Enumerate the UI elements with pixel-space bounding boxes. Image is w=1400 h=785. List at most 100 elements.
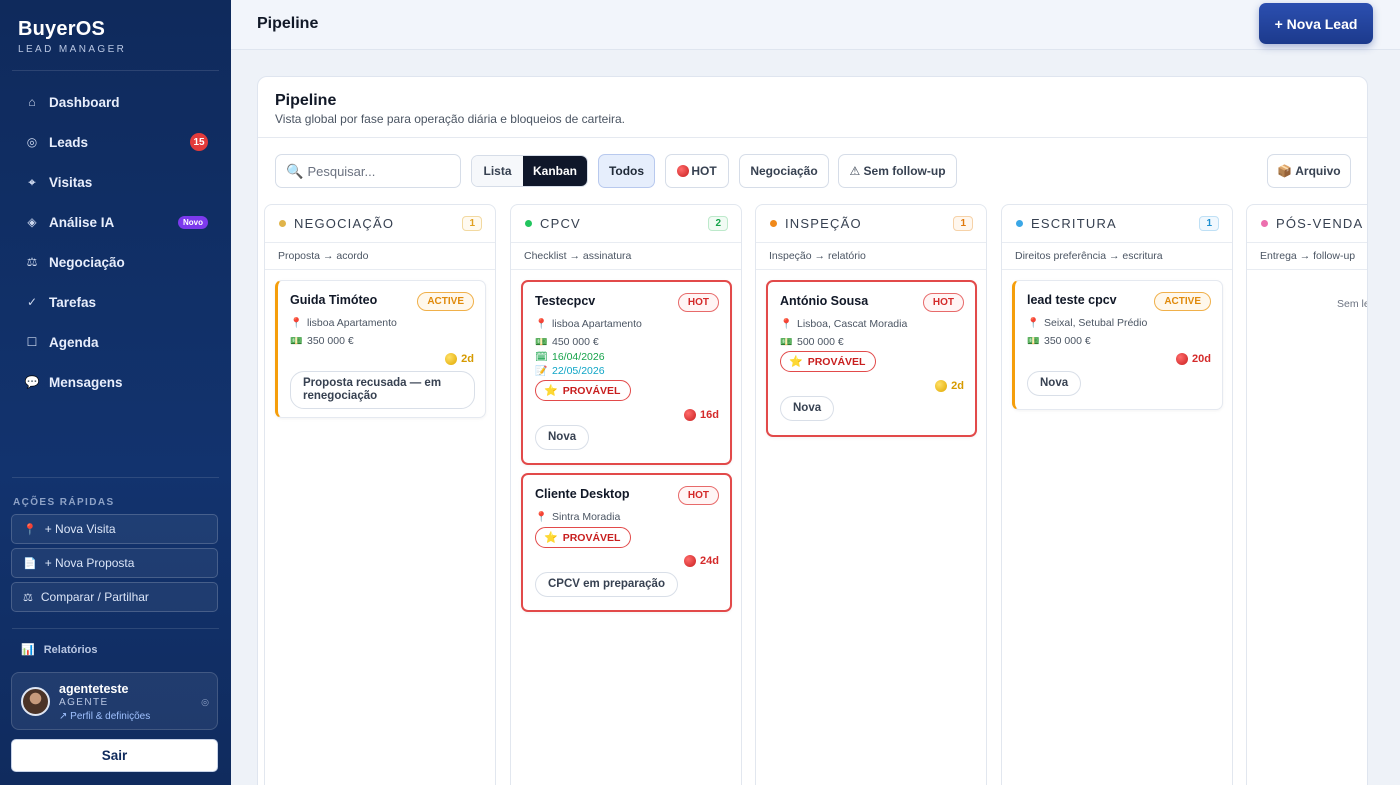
lead-date-deed: 📝 22/05/2026 (535, 365, 605, 377)
kanban-column-cpcv: CPCV 2 Checklist → assinatura Testecpcv … (510, 204, 742, 785)
lead-card[interactable]: António Sousa HOT 📍 Lisboa, Cascat Moradi… (766, 280, 977, 437)
column-header: NEGOCIAÇÃO 1 (265, 205, 495, 243)
money-icon: 💵 (1027, 335, 1040, 347)
age-text: 24d (700, 555, 719, 567)
red-circle-icon (677, 165, 690, 177)
column-header: CPCV 2 (511, 205, 741, 243)
star-icon: ⭐ (789, 356, 803, 368)
brand-name: BuyerOS (18, 18, 105, 40)
location-text: lisboa Apartamento (552, 318, 642, 330)
stage-status-button[interactable]: Nova (1027, 371, 1082, 396)
probability-badge: ⭐ PROVÁVEL (535, 380, 632, 401)
calendar-square-icon: ☐ (26, 335, 38, 349)
pipeline-panel: Pipeline Vista global por fase para oper… (257, 76, 1368, 785)
lead-name: António Sousa (780, 294, 869, 308)
quick-action-label: Comparar / Partilhar (40, 590, 149, 604)
crosshair-icon: ⌖ (28, 174, 36, 189)
stage-status-button[interactable]: Nova (535, 425, 590, 450)
price-text: 500 000 € (797, 336, 844, 348)
nav-label: Agenda (49, 334, 99, 350)
location-text: Seixal, Setubal Prédio (1044, 317, 1148, 329)
stage-dot-icon (1016, 220, 1023, 227)
lead-card[interactable]: Testecpcv HOT 📍 lisboa Apartamento 💵 450 0… (521, 280, 732, 465)
nav-tarefas[interactable]: ✓ Tarefas (0, 282, 231, 322)
archive-button[interactable]: 📦 Arquivo (1267, 154, 1351, 188)
star-icon: ⭐ (544, 532, 558, 544)
column-hint: Entrega → follow-up (1247, 243, 1367, 270)
nav-label: Leads (49, 134, 89, 150)
new-badge: Novo (178, 215, 208, 229)
location-text: Lisboa, Cascat Moradia (797, 318, 908, 330)
kanban-column-escritura: ESCRITURA 1 Direitos preferência → escri… (1001, 204, 1233, 785)
view-list-button[interactable]: Lista (472, 156, 523, 186)
column-count-badge: 2 (708, 216, 728, 231)
panel-title: Pipeline (275, 92, 337, 109)
brand[interactable]: BuyerOS LEAD MANAGER (18, 18, 126, 55)
age-indicator: 2d (445, 353, 474, 365)
location-text: lisboa Apartamento (307, 317, 397, 329)
column-header: ESCRITURA 1 (1002, 205, 1232, 243)
nav-negociacao[interactable]: ⚖ Negociação (0, 242, 231, 282)
yellow-circle-icon (445, 353, 458, 365)
nav-leads[interactable]: ◎ Leads 15 (0, 122, 231, 162)
new-proposal-button[interactable]: 📄 + Nova Proposta (11, 548, 218, 578)
reports-link[interactable]: 📊 Relatórios (21, 643, 98, 657)
memo-icon: 📝 (535, 365, 548, 377)
search-box[interactable]: 🔍 Pesquisar... (275, 154, 461, 188)
column-title: INSPEÇÃO (785, 216, 862, 231)
view-toggle: Lista Kanban (471, 155, 588, 187)
filter-negotiation-button[interactable]: Negociação (739, 154, 829, 188)
stage-dot-icon (525, 220, 532, 227)
column-count-badge: 1 (462, 216, 482, 231)
empty-column-text: Sem le (1337, 298, 1368, 310)
nav-label: Dashboard (49, 94, 120, 110)
lead-name: Cliente Desktop (535, 487, 630, 501)
pin-icon: 📍 (1027, 317, 1040, 329)
profile-settings-link[interactable]: ↗ Perfil & definições (59, 711, 150, 722)
search-input[interactable]: Pesquisar... (307, 164, 375, 179)
nav-dashboard[interactable]: ⌂ Dashboard (0, 82, 231, 122)
column-hint: Proposta → acordo (265, 243, 495, 270)
stage-status-button[interactable]: CPCV em preparação (535, 572, 678, 597)
divider (258, 137, 1367, 138)
lead-location: 📍 lisboa Apartamento (535, 318, 642, 330)
lead-card[interactable]: Guida Timóteo ACTIVE 📍 lisboa Apartamento… (275, 280, 486, 418)
column-header: INSPEÇÃO 1 (756, 205, 986, 243)
age-text: 16d (700, 409, 719, 421)
probability-badge: ⭐ PROVÁVEL (535, 527, 632, 548)
filter-hot-button[interactable]: HOT (665, 154, 729, 188)
view-kanban-button[interactable]: Kanban (523, 156, 587, 186)
lead-price: 💵 350 000 € (1027, 335, 1091, 347)
reports-label: Relatórios (43, 643, 98, 656)
compare-share-button[interactable]: ⚖ Comparar / Partilhar (11, 582, 218, 612)
new-lead-button[interactable]: + Nova Lead (1259, 3, 1373, 44)
lead-price: 💵 350 000 € (290, 335, 354, 347)
filter-no-followup-button[interactable]: ⚠ Sem follow-up (838, 154, 957, 188)
star-icon: ⭐ (544, 385, 558, 397)
nav-agenda[interactable]: ☐ Agenda (0, 322, 231, 362)
avatar (21, 687, 50, 716)
status-tag: HOT (922, 293, 964, 312)
leads-count-badge: 15 (190, 133, 208, 151)
filter-all-button[interactable]: Todos (598, 154, 655, 188)
date-text: 16/04/2026 (552, 351, 605, 363)
price-text: 450 000 € (552, 336, 599, 348)
money-icon: 💵 (535, 336, 548, 348)
divider (12, 628, 219, 629)
user-name: agenteteste (59, 682, 129, 696)
nav-visitas[interactable]: ⌖ Visitas (0, 162, 231, 202)
new-visit-button[interactable]: 📍 + Nova Visita (11, 514, 218, 544)
red-circle-icon (1176, 353, 1189, 365)
red-circle-icon (684, 409, 697, 421)
pin-icon: 📍 (780, 318, 793, 330)
user-card[interactable]: agenteteste AGENTE ↗ Perfil & definições… (11, 672, 218, 730)
brand-subtitle: LEAD MANAGER (18, 44, 127, 55)
logout-button[interactable]: Sair (11, 739, 218, 772)
lead-card[interactable]: lead teste cpcv ACTIVE 📍 Seixal, Setubal … (1012, 280, 1223, 410)
nav-analise-ia[interactable]: ◈ Análise IA Novo (0, 202, 231, 242)
stage-status-button[interactable]: Proposta recusada — em renegociação (290, 371, 475, 409)
lead-price: 💵 500 000 € (780, 336, 844, 348)
stage-status-button[interactable]: Nova (780, 396, 835, 421)
lead-card[interactable]: Cliente Desktop HOT 📍 Sintra Moradia ⭐ PRO… (521, 473, 732, 612)
nav-mensagens[interactable]: 💬 Mensagens (0, 362, 231, 402)
